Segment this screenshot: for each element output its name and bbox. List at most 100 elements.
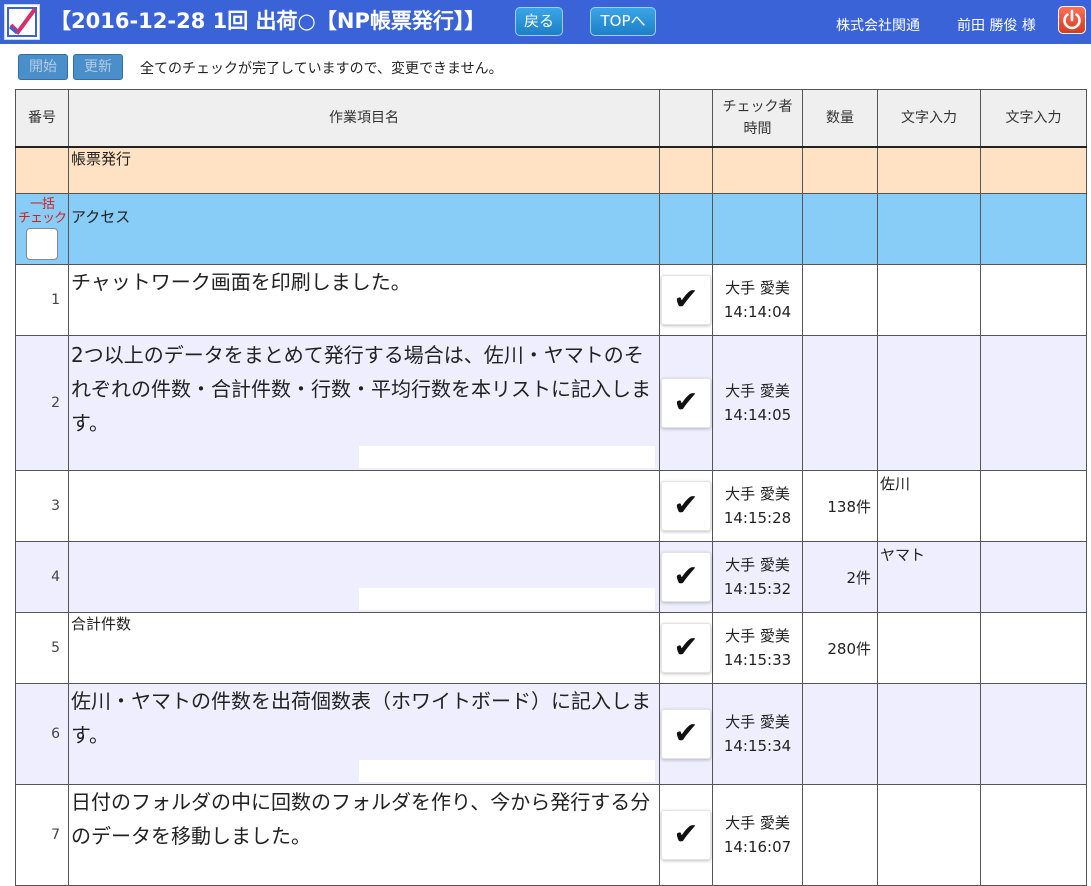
- bulk-check-cell: 一括 チェック: [15, 193, 69, 265]
- qty-cell: [802, 683, 878, 785]
- table-header-row: 番号 作業項目名 チェック者 時間 数量 文字入力 文字入力: [15, 89, 1087, 148]
- check-cell: ✔: [659, 784, 713, 886]
- check-time: 14:16:07: [723, 838, 792, 856]
- column-header-text2: 文字入力: [980, 89, 1087, 148]
- bulk-check-checkbox[interactable]: [26, 228, 58, 260]
- memo-field[interactable]: [359, 760, 655, 782]
- section-label: 帳票発行: [68, 146, 660, 194]
- section-cell: [15, 146, 69, 194]
- checker-cell: 大手 愛美 14:16:07: [712, 784, 803, 886]
- text2-cell: [980, 784, 1087, 886]
- task-name: [68, 470, 660, 542]
- checkmark-icon[interactable]: ✔: [661, 552, 711, 602]
- task-name: チャットワーク画面を印刷しました。: [68, 264, 660, 336]
- qty-cell: [802, 335, 878, 471]
- text1-cell: [877, 335, 981, 471]
- text2-cell: [980, 335, 1087, 471]
- checker-name: 大手 愛美: [725, 382, 790, 400]
- checklist-table: 番号 作業項目名 チェック者 時間 数量 文字入力 文字入力 帳票発行 一括 チ…: [15, 89, 1087, 886]
- column-header-qty: 数量: [802, 89, 878, 148]
- checker-cell: 大手 愛美 14:15:32: [712, 541, 803, 613]
- table-row: 4 ✔ 大手 愛美 14:15:32 2件 ヤマト: [15, 541, 1087, 613]
- status-notice: 全てのチェックが完了していますので、変更できません。: [140, 61, 503, 77]
- section-row-form-issue: 帳票発行: [15, 146, 1087, 194]
- checker-cell: 大手 愛美 14:14:05: [712, 335, 803, 471]
- text2-cell: [980, 264, 1087, 336]
- check-time: 14:15:33: [723, 651, 792, 669]
- text1-cell: [877, 784, 981, 886]
- checker-name: 大手 愛美: [725, 556, 790, 574]
- task-cell: 佐川・ヤマトの件数を出荷個数表（ホワイトボード）に記入します。: [68, 683, 660, 785]
- check-cell: ✔: [659, 264, 713, 336]
- row-number: 5: [15, 612, 69, 684]
- task-name: 2つ以上のデータをまとめて発行する場合は、佐川・ヤマトのそれぞれの件数・合計件数…: [71, 343, 651, 435]
- check-cell: ✔: [659, 683, 713, 785]
- back-button[interactable]: 戻る: [515, 7, 563, 36]
- company-name: 株式会社関通: [836, 18, 920, 34]
- check-cell: ✔: [659, 470, 713, 542]
- column-header-item: 作業項目名: [68, 89, 660, 148]
- task-name: 佐川・ヤマトの件数を出荷個数表（ホワイトボード）に記入します。: [71, 689, 651, 747]
- check-cell: ✔: [659, 541, 713, 613]
- table-row: 2 2つ以上のデータをまとめて発行する場合は、佐川・ヤマトのそれぞれの件数・合計…: [15, 335, 1087, 471]
- text1-cell: [877, 264, 981, 336]
- table-row: 7 日付のフォルダの中に回数のフォルダを作り、今から発行する分のデータを移動しま…: [15, 784, 1087, 886]
- table-row: 3 ✔ 大手 愛美 14:15:28 138件 佐川: [15, 470, 1087, 542]
- column-header-no: 番号: [15, 89, 69, 148]
- page-title: 【2016-12-28 1回 出荷○【NP帳票発行】】: [50, 9, 486, 33]
- row-number: 1: [15, 264, 69, 336]
- checker-name: 大手 愛美: [725, 279, 790, 297]
- text2-cell: [980, 541, 1087, 613]
- row-number: 6: [15, 683, 69, 785]
- qty-cell: 138件: [802, 470, 878, 542]
- check-cell: ✔: [659, 612, 713, 684]
- logout-button[interactable]: [1058, 6, 1086, 34]
- checker-cell: 大手 愛美 14:15:28: [712, 470, 803, 542]
- check-time: 14:15:34: [723, 737, 792, 755]
- column-header-text1: 文字入力: [877, 89, 981, 148]
- check-time: 14:14:05: [723, 406, 792, 424]
- checkmark-icon[interactable]: ✔: [661, 378, 711, 428]
- update-button[interactable]: 更新: [73, 54, 123, 80]
- bulk-check-label: 一括 チェック: [17, 197, 67, 226]
- checker-cell: 大手 愛美 14:14:04: [712, 264, 803, 336]
- qty-cell: 280件: [802, 612, 878, 684]
- table-row: 6 佐川・ヤマトの件数を出荷個数表（ホワイトボード）に記入します。 ✔ 大手 愛…: [15, 683, 1087, 785]
- start-button[interactable]: 開始: [18, 54, 68, 80]
- checker-header-line1: チェック者: [722, 98, 793, 115]
- memo-field[interactable]: [359, 446, 655, 468]
- row-number: 7: [15, 784, 69, 886]
- checkmark-icon[interactable]: ✔: [661, 810, 711, 860]
- qty-cell: [802, 264, 878, 336]
- app-logo[interactable]: [4, 4, 40, 40]
- column-header-check: [659, 89, 713, 148]
- text1-cell: [877, 683, 981, 785]
- checkmark-icon[interactable]: ✔: [661, 709, 711, 759]
- checker-name: 大手 愛美: [725, 713, 790, 731]
- checkmark-icon[interactable]: ✔: [661, 275, 711, 325]
- text1-cell: [877, 612, 981, 684]
- checkmark-icon[interactable]: ✔: [661, 481, 711, 531]
- memo-field[interactable]: [359, 588, 655, 610]
- section-label: アクセス: [68, 193, 660, 265]
- qty-cell: [802, 784, 878, 886]
- checker-cell: 大手 愛美 14:15:34: [712, 683, 803, 785]
- app-header: 【2016-12-28 1回 出荷○【NP帳票発行】】 戻る TOPへ 株式会社…: [0, 0, 1091, 44]
- task-name: 日付のフォルダの中に回数のフォルダを作り、今から発行する分のデータを移動しました…: [68, 784, 660, 886]
- row-number: 4: [15, 541, 69, 613]
- text1-cell: ヤマト: [877, 541, 981, 613]
- check-cell: ✔: [659, 335, 713, 471]
- top-button[interactable]: TOPへ: [590, 7, 656, 36]
- text2-cell: [980, 612, 1087, 684]
- row-number: 3: [15, 470, 69, 542]
- check-time: 14:15:28: [723, 509, 792, 527]
- user-name: 前田 勝俊 様: [957, 18, 1036, 34]
- checkmark-icon[interactable]: ✔: [661, 623, 711, 673]
- qty-cell: 2件: [802, 541, 878, 613]
- task-name: 合計件数: [68, 612, 660, 684]
- check-time: 14:14:04: [723, 303, 792, 321]
- checker-name: 大手 愛美: [725, 485, 790, 503]
- text2-cell: [980, 683, 1087, 785]
- task-cell: [68, 541, 660, 613]
- text1-cell: 佐川: [877, 470, 981, 542]
